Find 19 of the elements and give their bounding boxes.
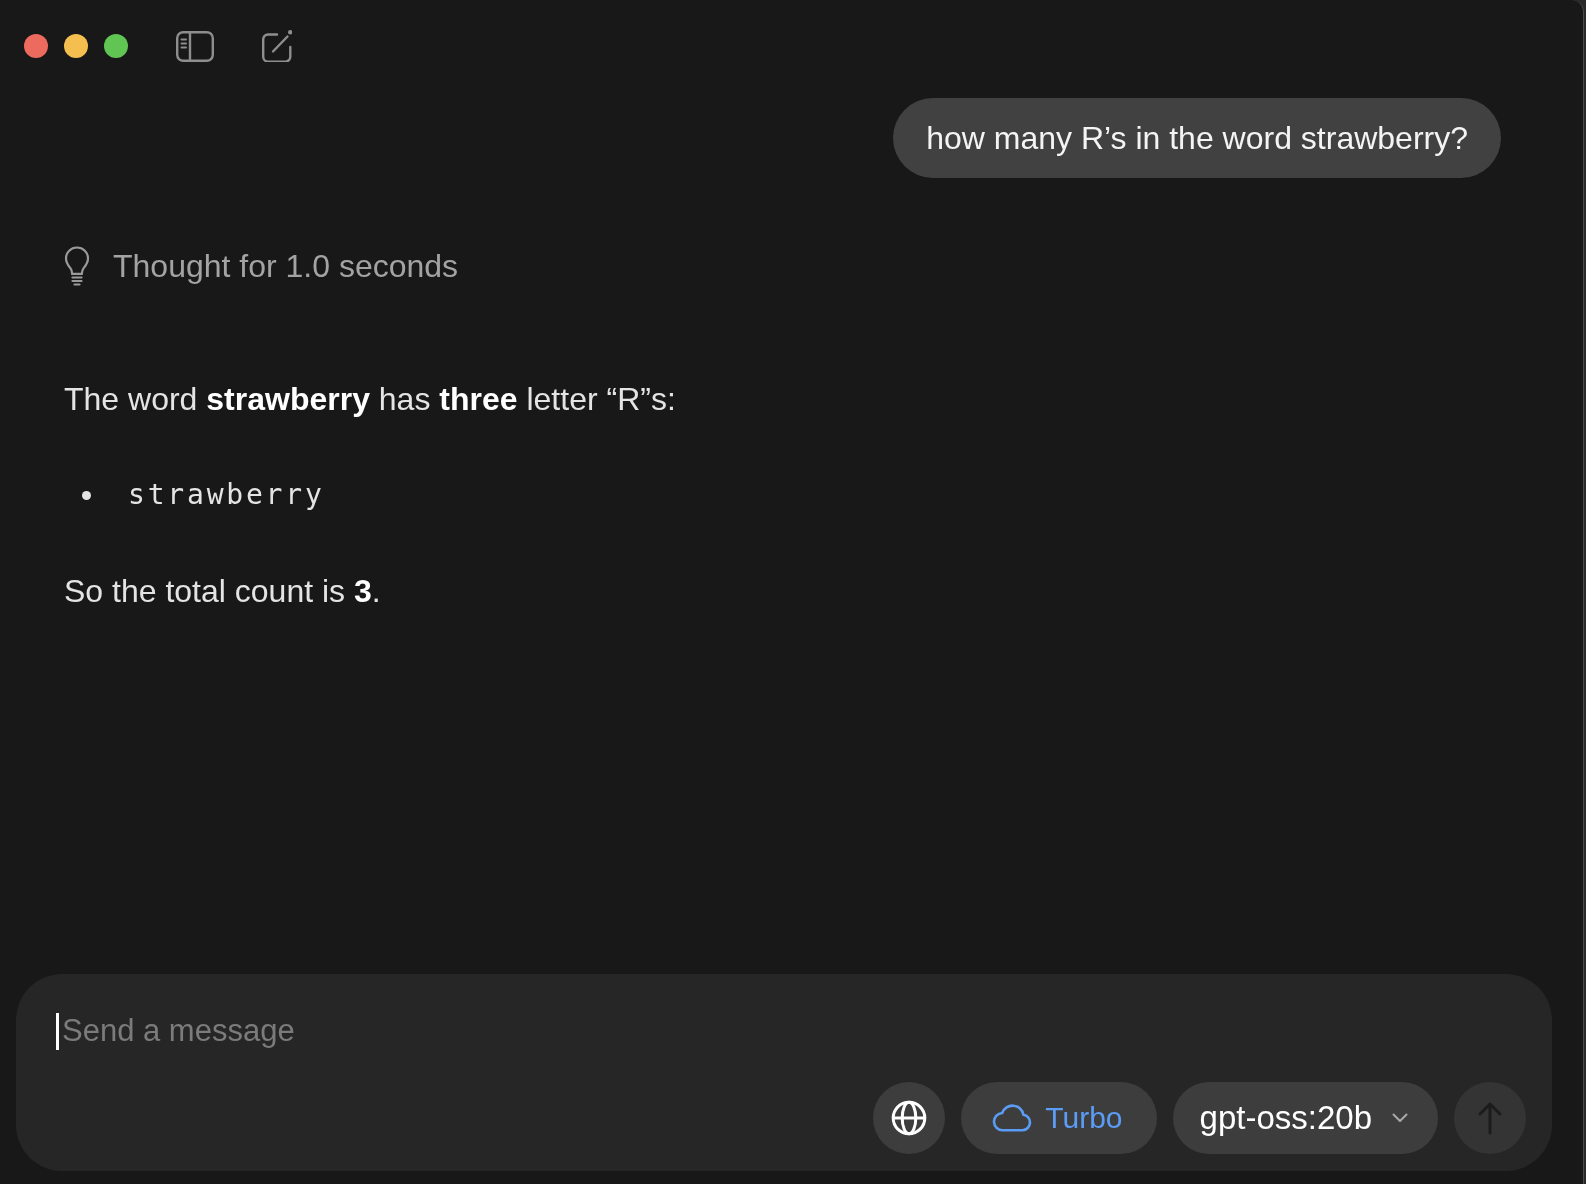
sidebar-icon[interactable] (176, 30, 214, 62)
user-message: how many R’s in the word strawberry? (893, 98, 1501, 178)
response-text: So the total count is 3. (64, 572, 382, 611)
compose-icon[interactable] (261, 28, 292, 62)
chevron-down-icon (1392, 1113, 1408, 1123)
arrow-up-icon (1477, 1101, 1503, 1135)
cloud-icon (992, 1104, 1033, 1132)
lightbulb-icon (64, 246, 90, 286)
minimize-button[interactable] (64, 34, 88, 58)
bullet-icon (82, 490, 91, 500)
turbo-toggle[interactable]: Turbo (961, 1082, 1157, 1154)
message-input[interactable]: Send a message (62, 1011, 1526, 1051)
globe-icon (891, 1100, 928, 1136)
model-selector[interactable]: gpt-oss:20b (1172, 1082, 1438, 1154)
response-text: The word strawberry has three letter “R”s: (64, 380, 676, 419)
close-button[interactable] (24, 34, 48, 58)
thinking-toggle[interactable]: Thought for 1.0 seconds (64, 246, 459, 286)
code-text: strawberry (128, 477, 325, 513)
zoom-button[interactable] (104, 34, 128, 58)
